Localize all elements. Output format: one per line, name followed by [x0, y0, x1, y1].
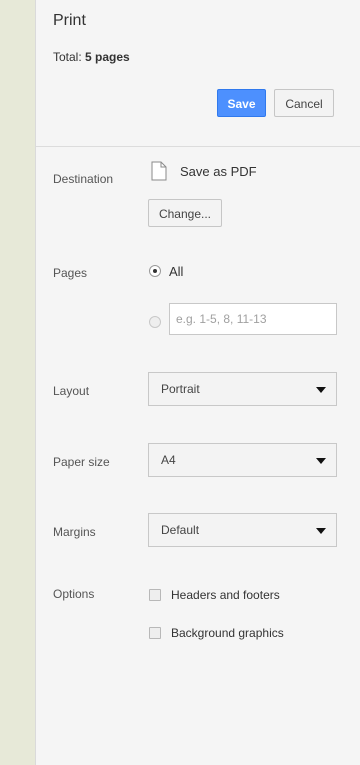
pages-all-radio[interactable]	[149, 265, 161, 277]
pages-all-label: All	[169, 264, 184, 279]
paper-size-select[interactable]: A4	[148, 443, 337, 477]
paper-size-value: A4	[161, 453, 176, 467]
options-label: Options	[53, 587, 95, 601]
total-value: 5 pages	[85, 50, 130, 64]
pages-range-input[interactable]	[169, 303, 337, 335]
margins-label: Margins	[53, 525, 96, 539]
pdf-file-icon	[151, 161, 167, 181]
print-settings-panel: Print Total: 5 pages Save Cancel Destina…	[35, 0, 360, 765]
print-title: Print	[53, 12, 86, 29]
cancel-button[interactable]: Cancel	[274, 89, 334, 117]
destination-label: Destination	[53, 172, 114, 186]
paper-size-label: Paper size	[53, 455, 110, 469]
layout-value: Portrait	[161, 382, 200, 396]
destination-value: Save as PDF	[180, 164, 257, 179]
pages-label: Pages	[53, 266, 88, 280]
background-graphics-checkbox[interactable]	[149, 627, 161, 639]
headers-footers-label: Headers and footers	[171, 588, 280, 602]
print-header: Print Total: 5 pages Save Cancel	[36, 0, 360, 147]
preview-area-strip	[0, 0, 35, 765]
margins-select[interactable]: Default	[148, 513, 337, 547]
background-graphics-label: Background graphics	[171, 626, 284, 640]
dropdown-arrow-icon	[316, 387, 326, 393]
dropdown-arrow-icon	[316, 528, 326, 534]
total-label: Total:	[53, 50, 82, 64]
layout-label: Layout	[53, 384, 90, 398]
save-button[interactable]: Save	[217, 89, 266, 117]
headers-footers-checkbox[interactable]	[149, 589, 161, 601]
total-pages-summary: Total: 5 pages	[53, 50, 130, 64]
layout-select[interactable]: Portrait	[148, 372, 337, 406]
dropdown-arrow-icon	[316, 458, 326, 464]
margins-value: Default	[161, 523, 200, 537]
change-destination-button[interactable]: Change...	[148, 199, 222, 227]
pages-custom-radio[interactable]	[149, 316, 161, 328]
